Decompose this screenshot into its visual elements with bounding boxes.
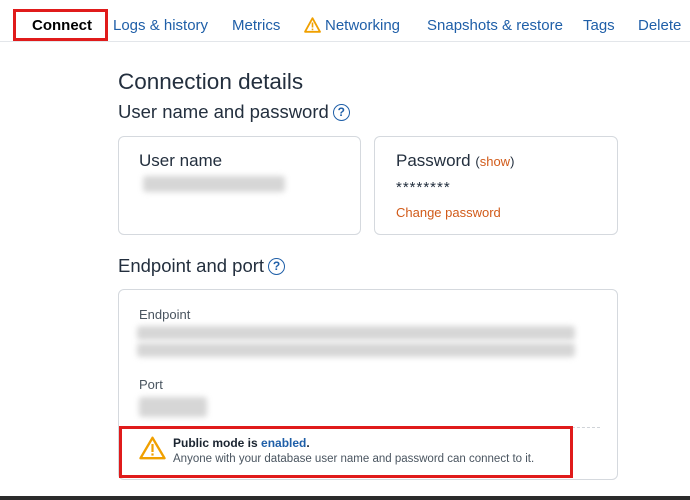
port-label: Port bbox=[139, 377, 163, 392]
warning-icon bbox=[139, 436, 166, 460]
user-name-value-redacted bbox=[143, 176, 285, 192]
endpoint-value-redacted-line1 bbox=[137, 326, 575, 340]
port-value-redacted bbox=[139, 397, 207, 417]
paren-close: ) bbox=[510, 154, 515, 169]
alert-title: Public mode is enabled. bbox=[173, 436, 310, 450]
help-icon-endpoint[interactable]: ? bbox=[268, 258, 286, 275]
show-password-link[interactable]: show bbox=[480, 154, 510, 169]
public-mode-alert: Public mode is enabled. Anyone with your… bbox=[119, 426, 573, 478]
credentials-heading: User name and password? bbox=[118, 101, 350, 123]
show-password-wrapper: (show) bbox=[475, 154, 514, 169]
tab-metrics[interactable]: Metrics bbox=[232, 17, 280, 34]
tab-tags[interactable]: Tags bbox=[583, 17, 615, 34]
alert-title-suffix: . bbox=[306, 436, 310, 450]
highlight-box-connect-tab bbox=[13, 9, 108, 41]
password-heading: Password (show) bbox=[396, 151, 514, 171]
page-title: Connection details bbox=[118, 69, 304, 94]
tab-networking[interactable]: Networking bbox=[304, 17, 400, 34]
user-name-card: User name bbox=[118, 136, 361, 235]
tab-logs-history[interactable]: Logs & history bbox=[113, 17, 208, 34]
alert-description: Anyone with your database user name and … bbox=[173, 453, 535, 465]
endpoint-heading: Endpoint and port? bbox=[118, 255, 286, 277]
tab-snapshots-restore[interactable]: Snapshots & restore bbox=[427, 17, 563, 34]
password-masked-value: ******** bbox=[396, 179, 451, 196]
warning-icon bbox=[304, 17, 321, 33]
tab-delete[interactable]: Delete bbox=[638, 17, 681, 34]
password-card: Password (show) ******** Change password bbox=[374, 136, 618, 235]
change-password-link[interactable]: Change password bbox=[396, 205, 501, 220]
endpoint-value-redacted-line2 bbox=[137, 343, 575, 357]
help-icon-credentials[interactable]: ? bbox=[332, 104, 350, 121]
alert-title-prefix: Public mode is bbox=[173, 436, 262, 450]
credentials-heading-label: User name and password bbox=[118, 101, 329, 122]
user-name-label: User name bbox=[139, 151, 223, 170]
tab-networking-label: Networking bbox=[325, 17, 401, 34]
bottom-bar bbox=[0, 496, 690, 500]
endpoint-label: Endpoint bbox=[139, 307, 191, 322]
endpoint-heading-label: Endpoint and port bbox=[118, 255, 265, 276]
alert-status-enabled: enabled bbox=[261, 436, 307, 450]
password-label: Password bbox=[396, 151, 471, 170]
